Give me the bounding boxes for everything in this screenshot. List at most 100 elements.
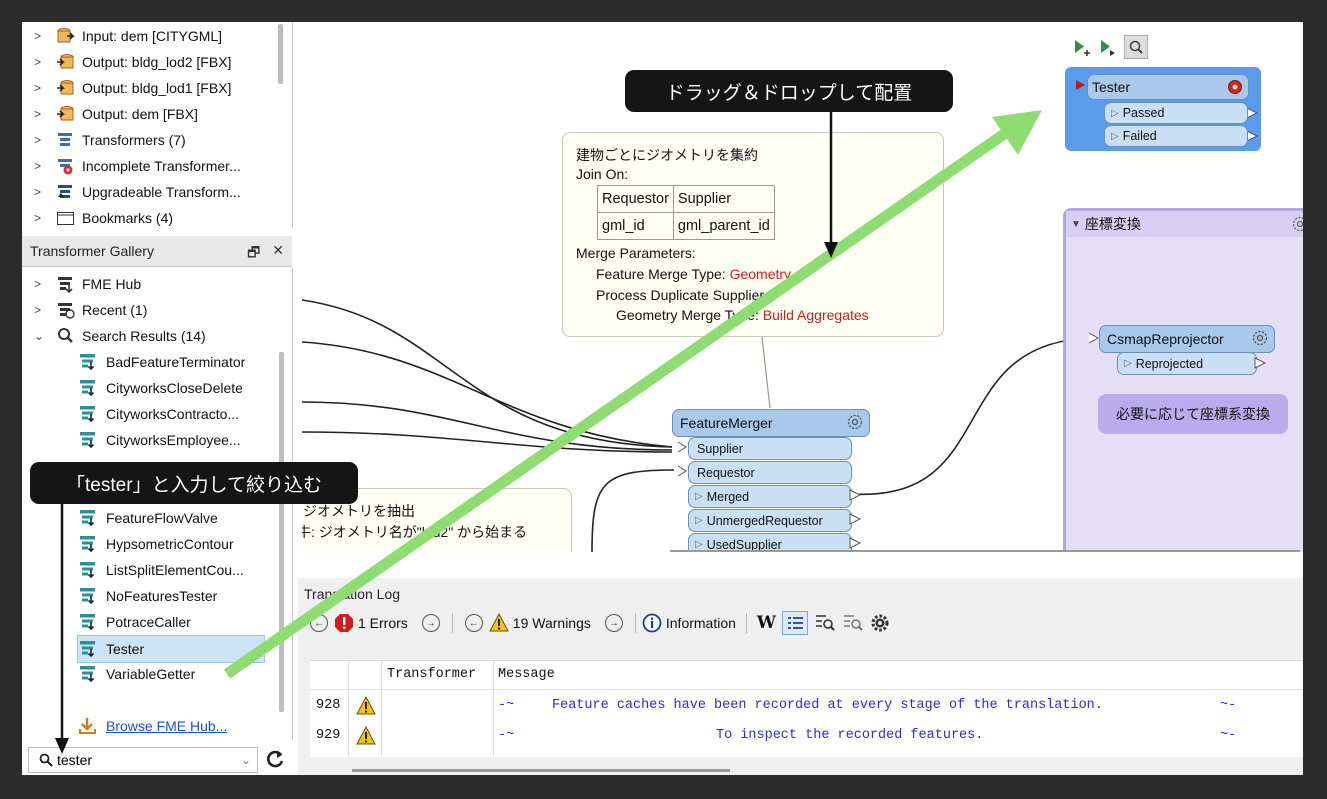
close-panel-icon[interactable]: ✕ <box>272 242 284 266</box>
search-result-item[interactable]: CityworksContracto... <box>78 401 264 427</box>
search-result-item[interactable]: FeatureFlowValve <box>78 505 264 531</box>
table-row[interactable]: 929 -~ To inspect the recorded features.… <box>310 721 1303 751</box>
node-title: FeatureMerger <box>680 415 773 431</box>
csmap-reprojector-node[interactable]: CsmapReprojector <box>1099 325 1275 353</box>
nav-item-output-bldg-lod1[interactable]: > Output: bldg_lod1 [FBX] <box>22 75 290 101</box>
gallery-search-box[interactable]: ⌄ <box>28 747 258 773</box>
output-port-failed[interactable]: ▷ Failed <box>1104 125 1248 147</box>
table-row[interactable]: 928 -~ Feature caches have been recorded… <box>310 691 1303 721</box>
translation-log-tab[interactable]: Translation Log <box>304 582 400 606</box>
gallery-group-recent[interactable]: > Recent (1) <box>22 297 290 323</box>
output-port-merged[interactable]: ▷ Merged <box>688 485 852 508</box>
browse-link-label[interactable]: Browse FME Hub... <box>106 718 227 734</box>
nav-item-bookmarks[interactable]: > Bookmarks (4) <box>22 205 290 228</box>
search-result-item[interactable]: PotraceCaller <box>78 609 264 635</box>
column-header-transformer[interactable]: Transformer <box>387 667 476 682</box>
settings-gear-icon[interactable] <box>846 413 864 431</box>
expand-arrow-icon[interactable]: > <box>34 159 48 173</box>
feature-merger-annotation[interactable]: 建物ごとにジオメトリを集約 Join On: Requestor Supplie… <box>562 132 944 337</box>
canvas-scrollbar[interactable] <box>670 550 1300 552</box>
output-port-passed[interactable]: ▷ Passed <box>1104 102 1248 124</box>
previous-error-icon[interactable]: ← <box>310 614 328 632</box>
expand-arrow-icon[interactable]: > <box>34 55 48 69</box>
gallery-search-input[interactable] <box>57 752 227 768</box>
reprojection-annotation[interactable]: 必要に応じて座標系変換 <box>1098 394 1288 434</box>
search-result-item[interactable]: ListSplitElementCou... <box>78 557 264 583</box>
nav-item-input-dem[interactable]: > Input: dem [CITYGML] <box>22 23 290 49</box>
search-result-item[interactable]: BadFeatureTerminator <box>78 349 264 375</box>
nav-item-output-dem[interactable]: > Output: dem [FBX] <box>22 101 290 127</box>
navigator-scrollbar[interactable] <box>278 24 283 84</box>
port-label: UnmergedRequestor <box>706 513 823 528</box>
search-result-label: ListSplitElementCou... <box>106 562 244 578</box>
expand-arrow-icon[interactable]: > <box>34 185 48 199</box>
reader-input-icon <box>56 27 76 45</box>
settings-gear-icon[interactable] <box>1226 78 1244 96</box>
search-result-item[interactable]: CityworksEmployee... <box>78 427 264 453</box>
search-result-item[interactable]: HypsometricContour <box>78 531 264 557</box>
next-warning-icon[interactable]: → <box>604 614 623 632</box>
expand-arrow-icon[interactable]: > <box>34 81 48 95</box>
row-number: 929 <box>316 728 341 743</box>
nav-item-output-bldg-lod2[interactable]: > Output: bldg_lod2 [FBX] <box>22 49 290 75</box>
nav-item-upgradeable-transformers[interactable]: > Upgradeable Transform... <box>22 179 290 205</box>
nav-item-transformers[interactable]: > Transformers (7) <box>22 127 290 153</box>
gallery-group-fme-hub[interactable]: > FME Hub <box>22 271 290 297</box>
input-port-supplier[interactable]: Supplier <box>688 437 852 460</box>
feature-merger-node[interactable]: FeatureMerger <box>672 409 870 437</box>
expand-arrow-icon[interactable]: > <box>34 133 48 147</box>
browse-fme-hub-link[interactable]: Browse FME Hub... <box>78 713 288 739</box>
port-arrow-icon: ▷ <box>1111 130 1119 142</box>
search-result-item[interactable]: NoFeaturesTester <box>78 583 264 609</box>
search-result-label: Tester <box>106 641 145 657</box>
search-result-item[interactable]: VariableGetter <box>78 661 264 687</box>
expand-arrow-icon[interactable]: > <box>34 29 48 43</box>
gallery-group-label: FME Hub <box>82 276 142 292</box>
run-to-this-icon[interactable] <box>1072 37 1092 57</box>
bookmark-coordinate-transform[interactable]: ▼ 座標変換 <box>1063 208 1303 552</box>
expand-arrow-icon[interactable]: > <box>34 303 48 317</box>
run-from-this-icon[interactable] <box>1098 37 1118 57</box>
download-icon <box>78 717 98 735</box>
column-header-message[interactable]: Message <box>498 667 555 682</box>
expand-arrow-icon[interactable]: > <box>34 107 48 121</box>
bookmark-gear-icon[interactable] <box>1291 215 1303 233</box>
search-result-label: PotraceCaller <box>106 614 191 630</box>
nav-item-label: Upgradeable Transform... <box>82 184 241 200</box>
tester-node[interactable]: Tester <box>1087 74 1249 100</box>
refresh-icon[interactable] <box>264 748 286 770</box>
dropdown-chevron-icon[interactable]: ⌄ <box>241 753 251 767</box>
search-result-item[interactable]: Tester <box>77 635 265 663</box>
settings-gear-icon[interactable] <box>870 613 890 633</box>
settings-gear-icon[interactable] <box>1251 329 1269 347</box>
log-scrollbar[interactable] <box>352 769 730 772</box>
collapse-arrow-icon[interactable]: ⌄ <box>34 329 48 343</box>
previous-warning-icon[interactable]: ← <box>464 614 483 632</box>
output-port-unmerged-requestor[interactable]: ▷ UnmergedRequestor <box>688 509 852 532</box>
output-port-reprojected[interactable]: ▷ Reprojected <box>1117 352 1257 375</box>
float-panel-icon[interactable]: 🗗 <box>247 242 260 266</box>
gallery-group-label: Search Results (14) <box>82 328 206 344</box>
filter-icon[interactable] <box>842 613 864 633</box>
information-label[interactable]: Information <box>666 615 736 631</box>
gallery-group-search-results[interactable]: ⌄ Search Results (14) <box>22 323 290 349</box>
line-numbers-icon[interactable] <box>782 611 809 635</box>
word-wrap-icon[interactable]: W <box>757 613 776 633</box>
find-icon[interactable] <box>814 613 836 633</box>
errors-count[interactable]: 1 Errors <box>358 615 408 631</box>
search-result-item[interactable]: CityworksCloseDelete <box>78 375 264 401</box>
row-suffix: ~- <box>1220 698 1237 713</box>
inspect-icon[interactable] <box>1124 35 1148 59</box>
expand-arrow-icon[interactable]: > <box>34 211 48 225</box>
warnings-count[interactable]: 19 Warnings <box>513 615 591 631</box>
gallery-scrollbar[interactable] <box>279 352 284 712</box>
collapse-triangle-icon[interactable]: ▼ <box>1071 219 1081 230</box>
toolbar-divider <box>745 613 747 633</box>
expand-arrow-icon[interactable]: > <box>34 277 48 291</box>
log-table[interactable]: Transformer Message 928 -~ Feature cache… <box>310 660 1303 757</box>
input-port-requestor[interactable]: Requestor <box>688 461 852 484</box>
nav-item-incomplete-transformers[interactable]: > Incomplete Transformer... <box>22 153 290 179</box>
next-error-icon[interactable]: → <box>421 614 440 632</box>
bookmark-header[interactable]: ▼ 座標変換 <box>1066 211 1303 237</box>
port-arrow-icon: ▷ <box>695 491 703 502</box>
